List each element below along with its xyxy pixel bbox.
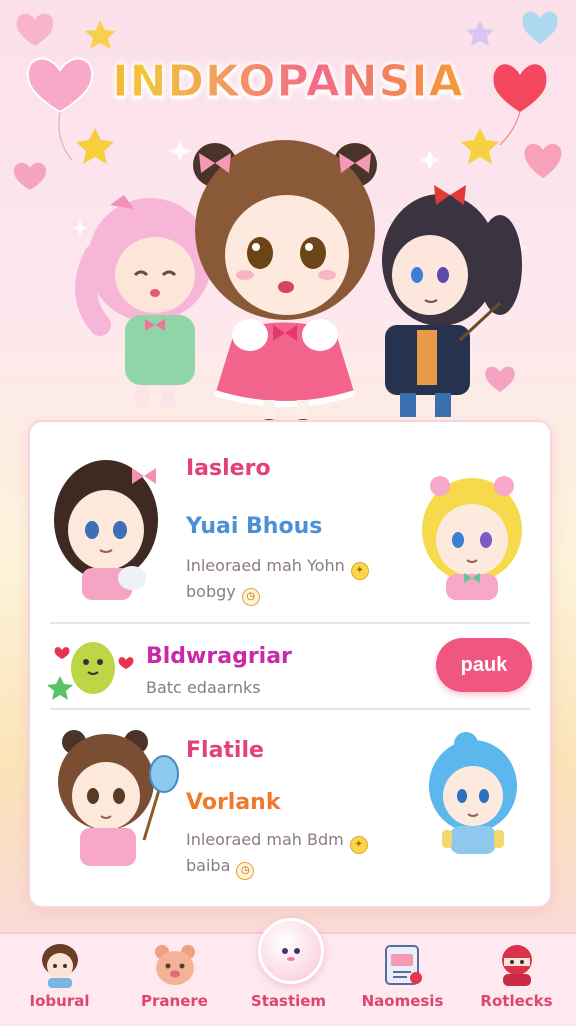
card-desc-line2: baiba <box>186 856 231 875</box>
nav-item-iobural[interactable]: Iobural <box>2 934 117 1026</box>
card-name: Flatile <box>186 738 264 763</box>
card-description: Inleoraed mah Bdm ✦ baiba ◷ <box>186 828 368 880</box>
character-panel: Iaslero Yuai Bhous Inleoraed mah Yohn ✦ b… <box>28 420 552 908</box>
card-description: Batc edaarnks <box>146 678 261 697</box>
nav-item-rotlecks[interactable]: Rotlecks <box>459 934 574 1026</box>
card-desc-line2: bobgy <box>186 582 236 601</box>
pink-hair-girl-icon <box>75 195 212 407</box>
hero-characters <box>75 140 522 431</box>
heart-icon <box>522 11 558 44</box>
notebook-icon <box>385 945 422 985</box>
nav-label: Pranere <box>141 992 208 1010</box>
clock-coin-icon: ◷ <box>241 588 260 606</box>
nav-item-pranere[interactable]: Pranere <box>117 934 232 1026</box>
heart-icon <box>13 162 47 190</box>
orb-face-icon <box>282 948 300 961</box>
card-subtitle: Yuai Bhous <box>186 514 323 539</box>
boy-avatar-icon <box>42 944 78 988</box>
brown-hair-girl-icon <box>54 460 158 600</box>
card-subtitle: Vorlank <box>186 790 281 815</box>
game-title: INDKOPANSIA <box>0 56 576 108</box>
card-name: Iaslero <box>186 456 271 481</box>
card-name: Bldwragriar <box>146 644 292 669</box>
nav-label: Stastiem <box>250 992 327 1010</box>
card-desc-line1: Inleoraed mah Yohn <box>186 556 345 575</box>
star-icon <box>85 20 116 49</box>
play-button[interactable]: pauk <box>436 638 532 692</box>
green-blob-mascot-icon <box>48 642 134 700</box>
clock-coin-icon: ◷ <box>236 862 255 880</box>
bear-icon <box>155 945 195 985</box>
heart-icon <box>16 13 54 46</box>
nav-label: Iobural <box>29 992 90 1010</box>
nav-label: Rotlecks <box>480 992 553 1010</box>
dark-hair-girl-icon <box>382 185 522 417</box>
character-card[interactable]: Flatile Vorlank Inleoraed mah Bdm ✦ baiba… <box>30 710 550 880</box>
star-icon <box>466 20 494 46</box>
character-card[interactable]: Iaslero Yuai Bhous Inleoraed mah Yohn ✦ b… <box>30 422 550 622</box>
nav-label: Naomesis <box>361 992 444 1010</box>
blue-hair-girl-icon <box>429 732 517 854</box>
card-desc-line1: Inleoraed mah Bdm <box>186 830 344 849</box>
nav-item-naomesis[interactable]: Naomesis <box>345 934 460 1026</box>
ninja-icon <box>502 945 532 986</box>
card-description: Inleoraed mah Yohn ✦ bobgy ◷ <box>186 554 369 606</box>
coin-icon: ✦ <box>349 836 368 854</box>
blonde-girl-icon <box>422 476 522 600</box>
wand-girl-icon <box>58 730 179 866</box>
orb-icon[interactable] <box>258 918 324 984</box>
brown-hair-girl-icon <box>193 140 377 431</box>
coin-icon: ✦ <box>350 562 369 580</box>
